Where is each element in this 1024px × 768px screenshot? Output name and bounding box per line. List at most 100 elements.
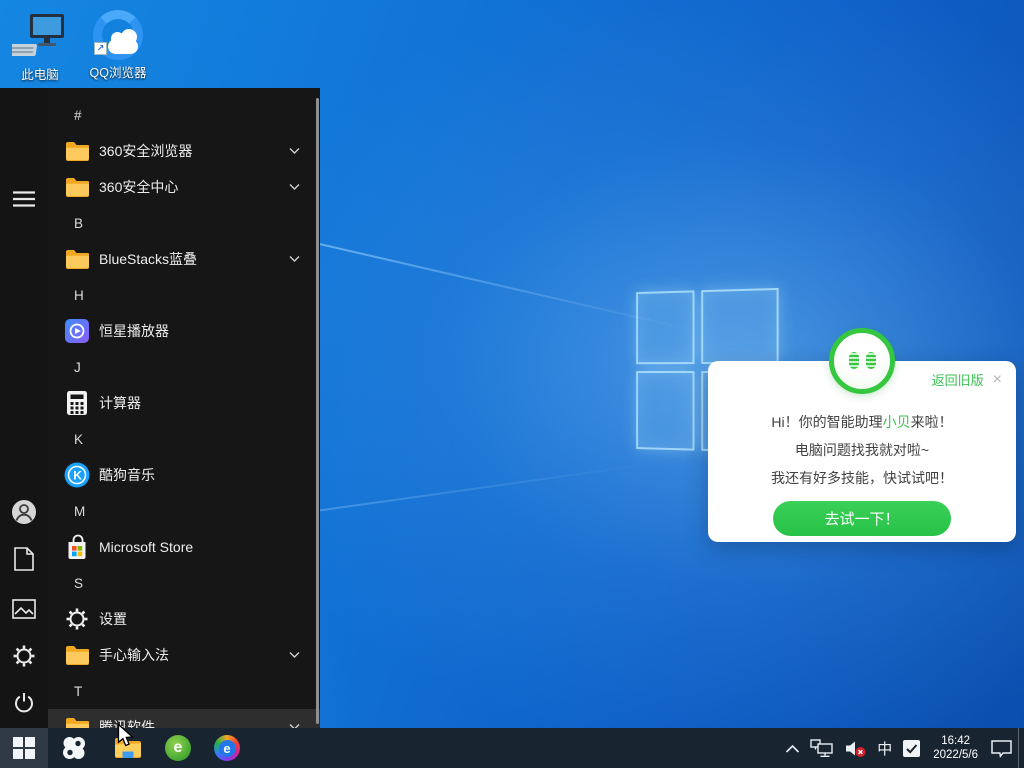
- folder-icon: [65, 141, 89, 161]
- start-menu-section-header[interactable]: #: [48, 97, 320, 133]
- taskbar: e e: [0, 728, 1024, 768]
- tray-security-shield[interactable]: [897, 728, 926, 768]
- close-icon[interactable]: ×: [993, 372, 1002, 388]
- start-menu-app-item[interactable]: 手心输入法: [48, 637, 320, 673]
- popup-message-line1: Hi！你的智能助理小贝来啦！: [708, 408, 1016, 436]
- app-label: 腾讯软件: [99, 717, 155, 728]
- app-label: 360安全中心: [99, 177, 178, 197]
- sogou-pinwheel-icon: [60, 734, 88, 762]
- microsoft-store-icon: [65, 534, 89, 560]
- chevron-down-icon[interactable]: [289, 652, 300, 659]
- chevron-down-icon[interactable]: [289, 184, 300, 191]
- start-menu-section-header[interactable]: J: [48, 349, 320, 385]
- try-it-button[interactable]: 去试一下！: [773, 501, 951, 536]
- calculator-icon: [66, 390, 88, 416]
- show-desktop-button[interactable]: [1018, 728, 1024, 768]
- desktop-icon-qq-browser[interactable]: ↗ QQ浏览器: [84, 6, 152, 81]
- start-button[interactable]: [0, 728, 48, 768]
- chevron-down-icon[interactable]: [289, 148, 300, 155]
- start-menu-section-header[interactable]: B: [48, 205, 320, 241]
- security-check-icon: [902, 739, 921, 758]
- pictures-button[interactable]: [0, 589, 48, 629]
- action-center-button[interactable]: [985, 728, 1018, 768]
- start-menu-app-list: #360安全浏览器 360安全中心 B BlueStacks蓝叠 H 恒星播放器 J 计算器 K…: [48, 88, 320, 728]
- taskbar-sogou-button[interactable]: [50, 728, 98, 768]
- hamburger-icon: [13, 191, 35, 207]
- start-menu-section-header[interactable]: S: [48, 565, 320, 601]
- start-menu-app-item[interactable]: 计算器: [48, 385, 320, 421]
- assistant-mascot-icon: [829, 328, 895, 394]
- tray-clock[interactable]: 16:42 2022/5/6: [926, 734, 985, 763]
- start-menu-rail: [0, 88, 48, 728]
- app-label: 手心输入法: [99, 645, 169, 665]
- desktop-icon-label: QQ浏览器: [84, 62, 152, 81]
- app-label: 酷狗音乐: [99, 465, 155, 485]
- start-menu-app-item[interactable]: Microsoft Store: [48, 529, 320, 565]
- tray-ime-indicator[interactable]: 中: [872, 728, 897, 768]
- start-menu: #360安全浏览器 360安全中心 B BlueStacks蓝叠 H 恒星播放器 J 计算器 K…: [0, 88, 320, 728]
- media-player-icon: [65, 319, 89, 343]
- document-icon: [14, 547, 34, 571]
- app-label: 设置: [99, 609, 127, 629]
- start-menu-section-header[interactable]: T: [48, 673, 320, 709]
- windows-start-icon: [13, 737, 35, 759]
- start-menu-scrollbar[interactable]: [316, 98, 319, 724]
- start-menu-app-item[interactable]: 腾讯软件: [48, 709, 320, 728]
- back-to-old-version-link[interactable]: 返回旧版: [932, 370, 984, 389]
- app-label: Microsoft Store: [99, 539, 193, 555]
- desktop-icon-label: 此电脑: [6, 64, 74, 83]
- this-pc-icon: [6, 8, 74, 62]
- tray-network[interactable]: [805, 728, 839, 768]
- app-label: 恒星播放器: [99, 321, 169, 341]
- start-menu-app-item[interactable]: 恒星播放器: [48, 313, 320, 349]
- start-menu-app-item[interactable]: K 酷狗音乐: [48, 457, 320, 493]
- chevron-up-icon: [785, 744, 800, 753]
- taskbar-browser-button[interactable]: e: [203, 728, 251, 768]
- start-menu-app-item[interactable]: 360安全浏览器: [48, 133, 320, 169]
- hamburger-menu-button[interactable]: [0, 179, 48, 219]
- screen: 此电脑 ↗ QQ浏览器 返回旧版 × Hi！你的智能助理小贝来啦！ 电脑问题找我…: [0, 0, 1024, 768]
- kugou-music-icon: K: [64, 462, 90, 488]
- settings-button[interactable]: [0, 636, 48, 676]
- user-account-button[interactable]: [0, 492, 48, 532]
- system-tray: 中 16:42 2022/5/6: [780, 728, 1024, 768]
- start-menu-app-item[interactable]: 360安全中心: [48, 169, 320, 205]
- shortcut-arrow-icon: ↗: [94, 42, 107, 55]
- folder-icon: [65, 249, 89, 269]
- app-label: 360安全浏览器: [99, 141, 192, 161]
- taskbar-file-explorer-button[interactable]: [104, 728, 152, 768]
- gear-icon: [65, 607, 89, 631]
- start-menu-app-item[interactable]: BlueStacks蓝叠: [48, 241, 320, 277]
- desktop-icon-this-pc[interactable]: 此电脑: [6, 8, 74, 83]
- ethernet-network-icon: [810, 739, 834, 758]
- file-explorer-icon: [114, 736, 142, 760]
- start-menu-section-header[interactable]: M: [48, 493, 320, 529]
- popup-message-line3: 我还有好多技能，快试试吧！: [708, 464, 1016, 492]
- assistant-name: 小贝: [883, 414, 911, 430]
- folder-icon: [65, 717, 89, 728]
- taskbar-360-browser-button[interactable]: e: [154, 728, 202, 768]
- power-icon: [13, 692, 35, 714]
- pictures-icon: [12, 599, 36, 619]
- folder-icon: [65, 645, 89, 665]
- tray-show-hidden-icons[interactable]: [780, 728, 805, 768]
- app-label: 计算器: [99, 393, 141, 413]
- start-menu-section-header[interactable]: K: [48, 421, 320, 457]
- qq-browser-icon: ↗: [84, 6, 152, 60]
- start-menu-section-header[interactable]: H: [48, 277, 320, 313]
- gear-icon: [12, 644, 36, 668]
- folder-icon: [65, 177, 89, 197]
- power-button[interactable]: [0, 683, 48, 723]
- tray-volume-muted[interactable]: [839, 728, 872, 768]
- start-menu-app-item[interactable]: 设置: [48, 601, 320, 637]
- app-label: BlueStacks蓝叠: [99, 249, 197, 269]
- browser-e-icon: e: [214, 735, 240, 761]
- documents-button[interactable]: [0, 539, 48, 579]
- 360-browser-icon: e: [165, 735, 191, 761]
- user-avatar-icon: [11, 499, 37, 525]
- chevron-down-icon[interactable]: [289, 256, 300, 263]
- svg-text:K: K: [73, 469, 82, 483]
- popup-message-line2: 电脑问题找我就对啦~: [708, 436, 1016, 464]
- volume-muted-icon: [844, 739, 867, 758]
- action-center-icon: [990, 739, 1013, 758]
